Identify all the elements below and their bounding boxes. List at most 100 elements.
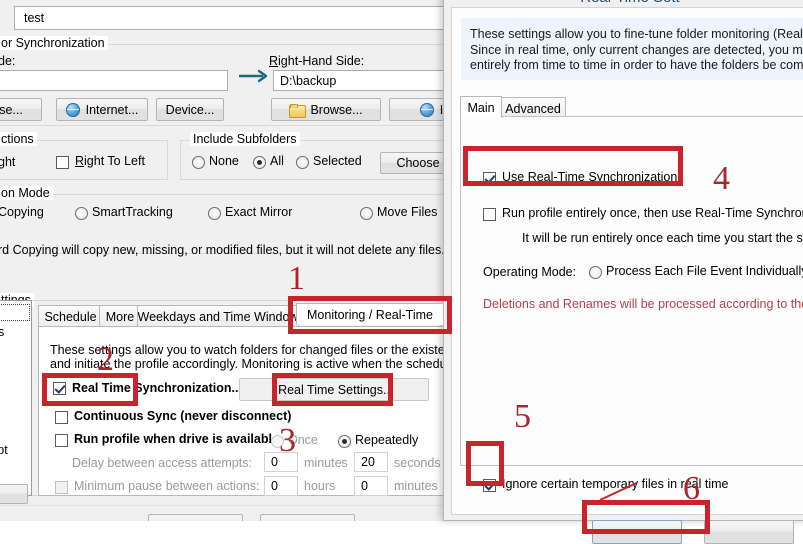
run-profile-drive-label[interactable]: Run profile when drive is available <box>74 432 279 446</box>
real-time-settings-dialog: Real-Time Sett These settings allow you … <box>443 0 803 544</box>
delay-minutes-unit: minutes <box>304 456 348 470</box>
use-real-time-sync-checkbox[interactable] <box>483 172 496 185</box>
tab-monitoring-label: Monitoring / Real-Time <box>307 307 433 322</box>
continuous-sync-checkbox[interactable] <box>55 411 68 424</box>
dialog-tab-main-label: Main <box>467 100 495 115</box>
subfolders-selected-radio[interactable] <box>296 156 309 169</box>
mode-description: rd Copying will copy new, missing, or mo… <box>0 243 445 257</box>
smarttracking-label[interactable]: SmartTracking <box>92 205 173 219</box>
left-device-button[interactable]: Device... <box>156 98 224 121</box>
real-time-settings-button[interactable]: Real Time Settings.. <box>239 378 429 401</box>
subfolders-all-radio[interactable] <box>253 156 266 169</box>
pause-hours-unit: hours <box>304 479 336 493</box>
list-item[interactable]: es <box>0 325 4 339</box>
dialog-ok-button[interactable] <box>592 520 682 544</box>
move-files-label[interactable]: Move Files <box>377 205 437 219</box>
choose-subfolders-button[interactable]: Choose <box>380 152 446 174</box>
dialog-body: These settings allow you to fine-tune fo… <box>451 7 803 544</box>
mode-first-label: Copying <box>0 205 44 219</box>
ignore-temp-files-checkbox[interactable] <box>483 479 496 492</box>
run-once-radio[interactable] <box>271 435 284 448</box>
left-internet-button[interactable]: Internet... <box>56 98 148 121</box>
subfolders-none-label[interactable]: None <box>209 154 239 168</box>
ignore-temp-files-label[interactable]: Ignore certain temporary files in real t… <box>502 477 728 491</box>
tab-weekdays-label: Weekdays and Time Window <box>137 309 299 324</box>
right-to-left-label[interactable]: Right To Left <box>75 154 145 168</box>
pause-minutes-input[interactable]: 0 <box>354 476 388 496</box>
move-files-radio[interactable] <box>360 207 373 220</box>
minimum-pause-checkbox[interactable] <box>55 481 68 494</box>
run-once-note: It will be run entirely once each time y… <box>522 231 803 245</box>
left-hand-side-label: de: <box>0 54 16 68</box>
bottom-button-left[interactable] <box>148 514 243 521</box>
operation-mode-title: on Mode <box>0 186 53 200</box>
dialog-cancel-button[interactable] <box>704 520 794 544</box>
use-real-time-sync-label[interactable]: Use Real-Time Synchronization <box>502 170 677 184</box>
left-internet-label: Internet... <box>85 102 139 117</box>
main-profile-window: test or Synchronization de: Right-Hand S… <box>0 0 446 521</box>
run-once-then-realtime-label[interactable]: Run profile entirely once, then use Real… <box>502 206 803 220</box>
globe-icon <box>419 102 434 117</box>
run-once-then-realtime-checkbox[interactable] <box>483 208 496 221</box>
right-browse-label: Browse... <box>310 102 363 117</box>
minimum-pause-label[interactable]: Minimum pause between actions: <box>74 479 260 493</box>
run-repeatedly-label[interactable]: Repeatedly <box>355 433 418 447</box>
settings-category-selected[interactable] <box>0 304 30 321</box>
dialog-info-text: These settings allow you to fine-tune fo… <box>461 18 803 80</box>
exact-mirror-label[interactable]: Exact Mirror <box>225 205 292 219</box>
process-each-event-radio[interactable] <box>589 266 602 279</box>
right-arrow-icon <box>239 69 268 83</box>
subfolders-all-label[interactable]: All <box>270 154 284 168</box>
list-item[interactable]: ypt <box>0 443 8 457</box>
tab-schedule[interactable]: Schedule <box>38 305 103 327</box>
real-time-settings-label: Real Time Settings.. <box>278 382 390 397</box>
pause-hours-input[interactable]: 0 <box>264 476 298 496</box>
monitoring-description-line1: These settings allow you to watch folder… <box>50 343 446 357</box>
bottom-divider <box>0 505 446 506</box>
directions-group-title: ctions <box>0 132 37 146</box>
delay-attempts-label: Delay between access attempts: <box>72 456 252 470</box>
monitoring-description-line2: and initiate the profile accordingly. Mo… <box>50 357 446 371</box>
delay-minutes-input[interactable]: 0 <box>264 452 298 472</box>
subfolders-none-radio[interactable] <box>192 156 205 169</box>
dialog-info-line2: Since in real time, only current changes… <box>470 42 803 57</box>
profile-name-input[interactable]: test <box>14 6 446 30</box>
include-subfolders-title: Include Subfolders <box>190 132 300 146</box>
choose-button-label: Choose <box>396 156 440 170</box>
run-once-label[interactable]: Once <box>288 433 318 447</box>
continuous-sync-label[interactable]: Continuous Sync (never disconnect) <box>74 409 291 423</box>
globe-icon <box>65 102 80 117</box>
tab-schedule-label: Schedule <box>44 309 97 324</box>
tab-more-label: More <box>105 309 135 324</box>
side-bottom-button[interactable] <box>0 484 28 504</box>
real-time-sync-label[interactable]: Real Time Synchronization... <box>72 381 242 395</box>
tab-weekdays-time-window[interactable]: Weekdays and Time Window <box>137 305 299 327</box>
synchronization-group-title: or Synchronization <box>0 36 108 50</box>
subfolders-selected-label[interactable]: Selected <box>313 154 362 168</box>
run-profile-drive-checkbox[interactable] <box>55 434 68 447</box>
smarttracking-radio[interactable] <box>75 207 88 220</box>
tab-more[interactable]: More <box>99 305 141 327</box>
right-hand-side-input[interactable]: D:\backup <box>273 70 446 91</box>
right-browse-button[interactable]: Browse... <box>271 98 381 121</box>
left-browse-button[interactable]: se... <box>0 98 42 121</box>
exact-mirror-radio[interactable] <box>208 207 221 220</box>
real-time-sync-checkbox[interactable] <box>53 382 66 395</box>
right-internet-button[interactable]: In <box>389 98 446 121</box>
bottom-button-right[interactable] <box>260 514 355 521</box>
left-browse-label: se... <box>0 102 23 117</box>
operating-mode-label: Operating Mode: <box>483 265 577 279</box>
delay-seconds-input[interactable]: 20 <box>354 452 388 472</box>
run-repeatedly-radio[interactable] <box>338 435 351 448</box>
deletions-renames-note: Deletions and Renames will be processed … <box>483 297 803 311</box>
settings-category-list[interactable]: es ypt <box>0 300 32 496</box>
process-each-event-label[interactable]: Process Each File Event Individually <box>606 264 803 278</box>
right-hand-side-label: Right-Hand Side: <box>269 54 365 68</box>
dialog-tab-main[interactable]: Main <box>460 96 502 118</box>
left-device-label: Device... <box>165 102 215 117</box>
dialog-title: Real-Time Sett <box>444 0 803 6</box>
folder-icon <box>289 103 307 118</box>
left-hand-side-input[interactable] <box>0 70 228 91</box>
right-to-left-checkbox[interactable] <box>56 156 69 169</box>
tab-monitoring-realtime[interactable]: Monitoring / Real-Time <box>296 303 444 325</box>
